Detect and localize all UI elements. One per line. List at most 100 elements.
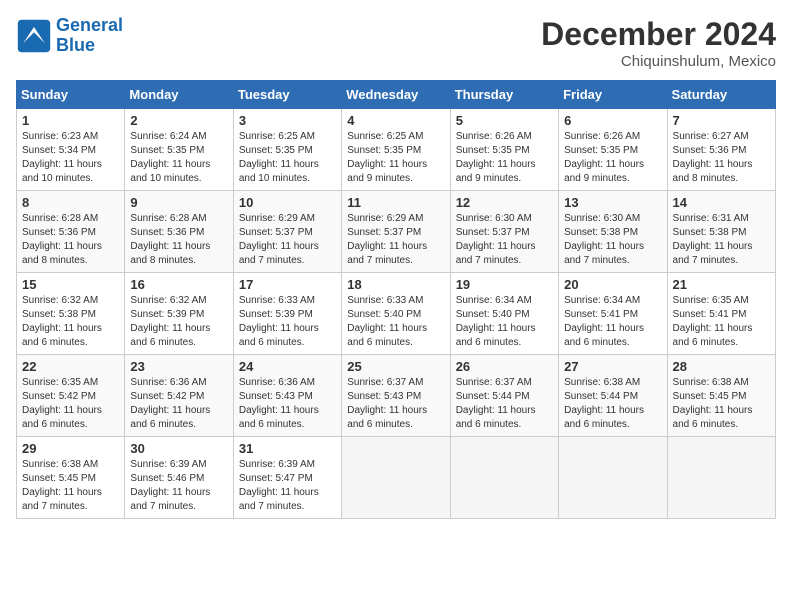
calendar-cell: 16Sunrise: 6:32 AM Sunset: 5:39 PM Dayli…	[125, 273, 233, 355]
day-number: 27	[564, 359, 661, 374]
calendar-cell: 5Sunrise: 6:26 AM Sunset: 5:35 PM Daylig…	[450, 109, 558, 191]
calendar-cell: 8 Sunrise: 6:28 AM Sunset: 5:36 PM Daylig…	[17, 191, 125, 273]
day-info: Sunrise: 6:34 AM Sunset: 5:41 PM Dayligh…	[564, 294, 661, 350]
day-number: 18	[347, 277, 444, 292]
calendar-cell: 1 Sunrise: 6:23 AM Sunset: 5:34 PM Daylig…	[17, 109, 125, 191]
week-row-2: 8 Sunrise: 6:28 AM Sunset: 5:36 PM Daylig…	[17, 191, 776, 273]
calendar-cell: 28 Sunrise: 6:38 AM Sunset: 5:45 PM Dayli…	[667, 355, 775, 437]
day-info: Sunrise: 6:38 AM Sunset: 5:45 PM Dayligh…	[22, 458, 119, 514]
calendar-cell: 19 Sunrise: 6:34 AM Sunset: 5:40 PM Dayli…	[450, 273, 558, 355]
calendar-cell: 18 Sunrise: 6:33 AM Sunset: 5:40 PM Dayli…	[342, 273, 450, 355]
calendar-cell: 12 Sunrise: 6:30 AM Sunset: 5:37 PM Dayli…	[450, 191, 558, 273]
calendar-cell: 17Sunrise: 6:33 AM Sunset: 5:39 PM Dayli…	[233, 273, 341, 355]
day-info: Sunrise: 6:28 AM Sunset: 5:36 PM Dayligh…	[130, 212, 227, 268]
day-info: Sunrise: 6:30 AM Sunset: 5:38 PM Dayligh…	[564, 212, 661, 268]
day-info: Sunrise: 6:36 AM Sunset: 5:42 PM Dayligh…	[130, 376, 227, 432]
day-number: 26	[456, 359, 553, 374]
day-info: Sunrise: 6:24 AM Sunset: 5:35 PM Dayligh…	[130, 130, 227, 186]
day-info: Sunrise: 6:37 AM Sunset: 5:44 PM Dayligh…	[456, 376, 553, 432]
day-number: 16	[130, 277, 227, 292]
title-block: December 2024 Chiquinshulum, Mexico	[541, 16, 776, 70]
day-number: 20	[564, 277, 661, 292]
day-number: 9	[130, 195, 227, 210]
calendar-table: SundayMondayTuesdayWednesdayThursdayFrid…	[16, 80, 776, 519]
day-info: Sunrise: 6:39 AM Sunset: 5:47 PM Dayligh…	[239, 458, 336, 514]
day-number: 4	[347, 113, 444, 128]
day-header-monday: Monday	[125, 81, 233, 109]
calendar-cell: 14 Sunrise: 6:31 AM Sunset: 5:38 PM Dayli…	[667, 191, 775, 273]
calendar-cell	[450, 437, 558, 519]
calendar-cell: 26 Sunrise: 6:37 AM Sunset: 5:44 PM Dayli…	[450, 355, 558, 437]
day-number: 28	[673, 359, 770, 374]
calendar-cell: 6Sunrise: 6:26 AM Sunset: 5:35 PM Daylig…	[559, 109, 667, 191]
day-info: Sunrise: 6:33 AM Sunset: 5:40 PM Dayligh…	[347, 294, 444, 350]
day-number: 6	[564, 113, 661, 128]
calendar-cell: 3 Sunrise: 6:25 AM Sunset: 5:35 PM Daylig…	[233, 109, 341, 191]
day-number: 2	[130, 113, 227, 128]
logo: General Blue	[16, 16, 123, 56]
day-info: Sunrise: 6:39 AM Sunset: 5:46 PM Dayligh…	[130, 458, 227, 514]
day-number: 1	[22, 113, 119, 128]
day-info: Sunrise: 6:27 AM Sunset: 5:36 PM Dayligh…	[673, 130, 770, 186]
day-info: Sunrise: 6:31 AM Sunset: 5:38 PM Dayligh…	[673, 212, 770, 268]
day-number: 15	[22, 277, 119, 292]
calendar-cell: 24Sunrise: 6:36 AM Sunset: 5:43 PM Dayli…	[233, 355, 341, 437]
day-number: 12	[456, 195, 553, 210]
day-number: 3	[239, 113, 336, 128]
calendar-cell: 21Sunrise: 6:35 AM Sunset: 5:41 PM Dayli…	[667, 273, 775, 355]
month-year: December 2024	[541, 16, 776, 53]
day-number: 17	[239, 277, 336, 292]
calendar-cell	[559, 437, 667, 519]
day-info: Sunrise: 6:25 AM Sunset: 5:35 PM Dayligh…	[239, 130, 336, 186]
day-number: 5	[456, 113, 553, 128]
day-info: Sunrise: 6:32 AM Sunset: 5:38 PM Dayligh…	[22, 294, 119, 350]
day-header-wednesday: Wednesday	[342, 81, 450, 109]
day-info: Sunrise: 6:36 AM Sunset: 5:43 PM Dayligh…	[239, 376, 336, 432]
calendar-cell: 10 Sunrise: 6:29 AM Sunset: 5:37 PM Dayli…	[233, 191, 341, 273]
calendar-cell	[342, 437, 450, 519]
day-info: Sunrise: 6:30 AM Sunset: 5:37 PM Dayligh…	[456, 212, 553, 268]
day-header-thursday: Thursday	[450, 81, 558, 109]
day-info: Sunrise: 6:28 AM Sunset: 5:36 PM Dayligh…	[22, 212, 119, 268]
day-number: 31	[239, 441, 336, 456]
day-info: Sunrise: 6:38 AM Sunset: 5:45 PM Dayligh…	[673, 376, 770, 432]
page-header: General Blue December 2024 Chiquinshulum…	[16, 16, 776, 70]
calendar-cell: 15 Sunrise: 6:32 AM Sunset: 5:38 PM Dayli…	[17, 273, 125, 355]
calendar-cell: 29Sunrise: 6:38 AM Sunset: 5:45 PM Dayli…	[17, 437, 125, 519]
logo-icon	[16, 18, 52, 54]
day-number: 19	[456, 277, 553, 292]
day-info: Sunrise: 6:37 AM Sunset: 5:43 PM Dayligh…	[347, 376, 444, 432]
day-info: Sunrise: 6:38 AM Sunset: 5:44 PM Dayligh…	[564, 376, 661, 432]
day-info: Sunrise: 6:34 AM Sunset: 5:40 PM Dayligh…	[456, 294, 553, 350]
day-number: 8	[22, 195, 119, 210]
calendar-cell: 2 Sunrise: 6:24 AM Sunset: 5:35 PM Daylig…	[125, 109, 233, 191]
calendar-cell: 30Sunrise: 6:39 AM Sunset: 5:46 PM Dayli…	[125, 437, 233, 519]
calendar-cell: 9 Sunrise: 6:28 AM Sunset: 5:36 PM Daylig…	[125, 191, 233, 273]
week-row-3: 15 Sunrise: 6:32 AM Sunset: 5:38 PM Dayli…	[17, 273, 776, 355]
day-number: 25	[347, 359, 444, 374]
calendar-cell	[667, 437, 775, 519]
day-number: 14	[673, 195, 770, 210]
calendar-cell: 4 Sunrise: 6:25 AM Sunset: 5:35 PM Daylig…	[342, 109, 450, 191]
day-header-tuesday: Tuesday	[233, 81, 341, 109]
calendar-cell: 25 Sunrise: 6:37 AM Sunset: 5:43 PM Dayli…	[342, 355, 450, 437]
day-number: 22	[22, 359, 119, 374]
day-header-sunday: Sunday	[17, 81, 125, 109]
day-number: 13	[564, 195, 661, 210]
calendar-header-row: SundayMondayTuesdayWednesdayThursdayFrid…	[17, 81, 776, 109]
day-info: Sunrise: 6:23 AM Sunset: 5:34 PM Dayligh…	[22, 130, 119, 186]
day-header-friday: Friday	[559, 81, 667, 109]
week-row-1: 1 Sunrise: 6:23 AM Sunset: 5:34 PM Daylig…	[17, 109, 776, 191]
day-info: Sunrise: 6:29 AM Sunset: 5:37 PM Dayligh…	[239, 212, 336, 268]
day-header-saturday: Saturday	[667, 81, 775, 109]
logo-line2: Blue	[56, 35, 95, 55]
day-number: 23	[130, 359, 227, 374]
calendar-cell: 31 Sunrise: 6:39 AM Sunset: 5:47 PM Dayli…	[233, 437, 341, 519]
day-number: 11	[347, 195, 444, 210]
day-info: Sunrise: 6:25 AM Sunset: 5:35 PM Dayligh…	[347, 130, 444, 186]
logo-line1: General	[56, 15, 123, 35]
calendar-cell: 22Sunrise: 6:35 AM Sunset: 5:42 PM Dayli…	[17, 355, 125, 437]
day-info: Sunrise: 6:29 AM Sunset: 5:37 PM Dayligh…	[347, 212, 444, 268]
calendar-cell: 13 Sunrise: 6:30 AM Sunset: 5:38 PM Dayli…	[559, 191, 667, 273]
day-number: 10	[239, 195, 336, 210]
